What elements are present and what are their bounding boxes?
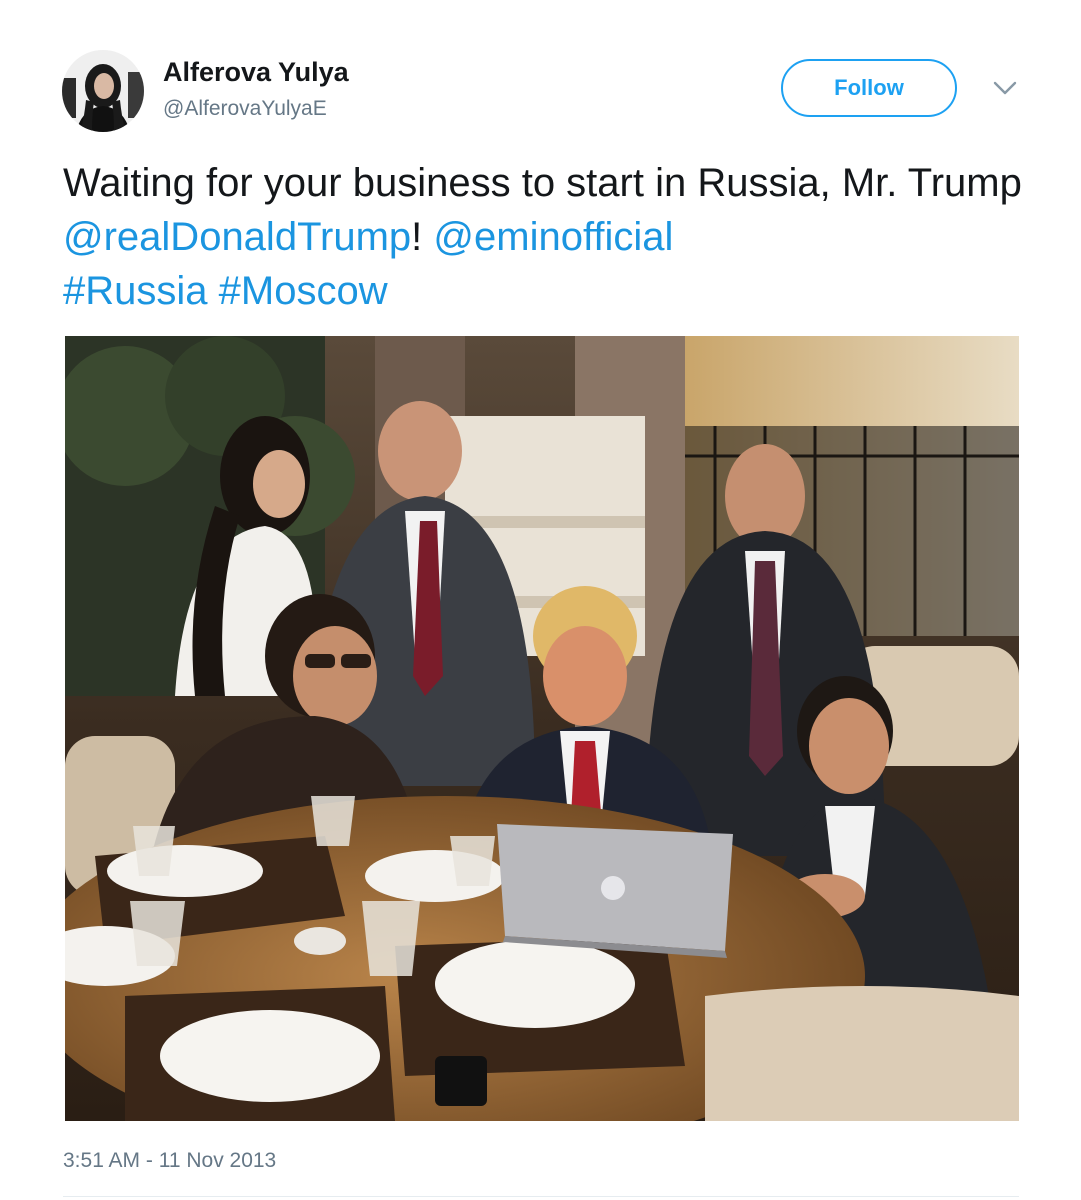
chevron-down-icon[interactable] (990, 76, 1020, 102)
hashtag-link[interactable]: #Russia (63, 269, 208, 313)
tweet-card: Alferova Yulya @AlferovaYulyaE Follow Wa… (0, 0, 1081, 1200)
avatar[interactable] (62, 50, 144, 132)
mention-link[interactable]: @realDonaldTrump (63, 215, 411, 259)
user-handle[interactable]: @AlferovaYulyaE (163, 96, 327, 122)
mention-link[interactable]: @eminofficial (433, 215, 673, 259)
follow-button[interactable]: Follow (781, 59, 957, 117)
divider (63, 1196, 1019, 1197)
tweet-photo[interactable] (65, 336, 1019, 1121)
tweet-text-segment: Waiting for your business to start in Ru… (63, 161, 1022, 205)
tweet-text-segment: ! (411, 215, 434, 259)
avatar-image (62, 50, 144, 132)
display-name[interactable]: Alferova Yulya (163, 56, 349, 88)
tweet-timestamp[interactable]: 3:51 AM - 11 Nov 2013 (63, 1148, 276, 1174)
tweet-text-segment (208, 269, 219, 313)
photo-illustration (65, 336, 1019, 1121)
hashtag-link[interactable]: #Moscow (219, 269, 388, 313)
tweet-text: Waiting for your business to start in Ru… (63, 156, 1023, 318)
